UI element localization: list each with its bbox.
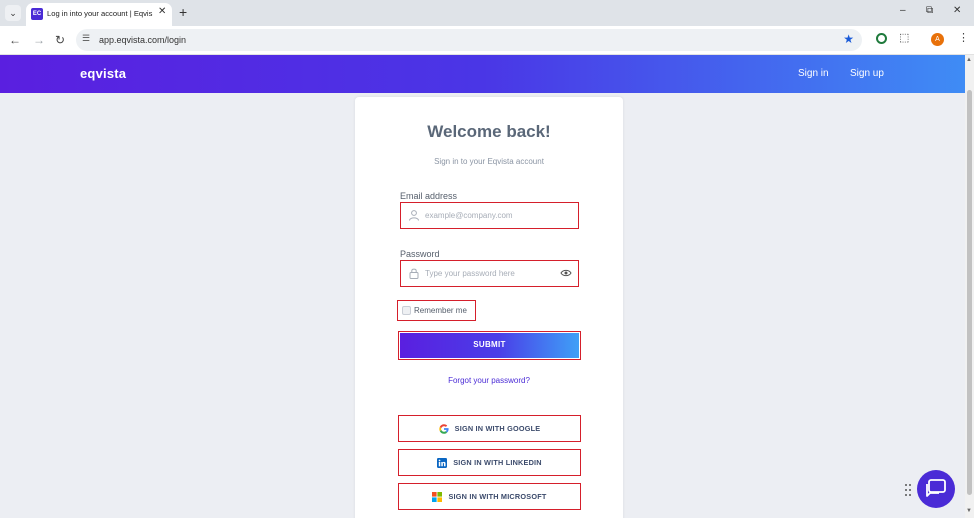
password-field[interactable] (425, 266, 555, 280)
remember-me-label[interactable]: Remember me (414, 306, 467, 315)
browser-toolbar: ← → ↻ ☰ app.eqvista.com/login ★ ⬚ A ⋮ (0, 26, 974, 55)
grammarly-extension-icon[interactable] (876, 33, 887, 44)
header-sign-up-link[interactable]: Sign up (850, 68, 884, 79)
forgot-password-link[interactable]: Forgot your password? (355, 376, 623, 385)
window-close-icon[interactable]: ✕ (953, 5, 961, 16)
email-field-wrapper[interactable] (400, 202, 579, 229)
forward-arrow-icon[interactable]: → (33, 33, 45, 47)
scroll-up-arrow-icon[interactable]: ▲ (966, 57, 972, 63)
browser-tab-strip: ⌄ EC Log in into your account | Eqvis ✕ … (0, 0, 974, 26)
tab-search-chevron-icon[interactable]: ⌄ (5, 5, 21, 21)
remember-me-checkbox[interactable] (402, 306, 411, 315)
linkedin-sign-in-button[interactable]: SIGN IN WITH LINKEDIN (398, 449, 581, 476)
tab-title: Log in into your account | Eqvis (47, 9, 153, 18)
lock-icon (409, 268, 419, 279)
header-sign-in-link[interactable]: Sign in (798, 68, 829, 79)
extensions-puzzle-icon[interactable]: ⬚ (899, 31, 909, 44)
google-icon (438, 423, 449, 434)
submit-button[interactable]: SUBMIT (400, 333, 579, 358)
user-icon (409, 210, 419, 221)
chat-support-button[interactable] (917, 470, 955, 508)
page-title: Welcome back! (427, 122, 551, 141)
microsoft-icon (432, 491, 443, 502)
linkedin-icon (437, 457, 448, 468)
submit-button-frame[interactable]: SUBMIT (398, 331, 581, 360)
linkedin-sign-in-label: SIGN IN WITH LINKEDIN (453, 458, 542, 467)
password-field-wrapper[interactable] (400, 260, 579, 287)
site-header: eqvista Sign in Sign up (0, 55, 965, 93)
drag-handle-icon[interactable] (904, 483, 912, 497)
tab-favicon-icon: EC (31, 8, 43, 20)
login-card: Welcome back! Sign in to your Eqvista ac… (355, 97, 623, 518)
email-label: Email address (400, 191, 458, 201)
browser-menu-icon[interactable]: ⋮ (958, 31, 969, 44)
url-text[interactable]: app.eqvista.com/login (99, 35, 186, 45)
browser-tab[interactable]: EC Log in into your account | Eqvis ✕ (26, 3, 172, 26)
show-password-eye-icon[interactable] (560, 268, 572, 278)
restore-icon[interactable]: ⧉ (926, 5, 933, 16)
reload-icon[interactable]: ↻ (55, 33, 65, 47)
microsoft-sign-in-button[interactable]: SIGN IN WITH MICROSOFT (398, 483, 581, 510)
password-label: Password (400, 249, 440, 259)
google-sign-in-label: SIGN IN WITH GOOGLE (454, 424, 541, 433)
new-tab-plus-icon[interactable]: + (179, 4, 187, 20)
email-field[interactable] (425, 208, 555, 222)
eqvista-logo[interactable]: eqvista (80, 66, 126, 81)
address-bar[interactable]: ☰ app.eqvista.com/login ★ (76, 29, 862, 51)
page-subtitle: Sign in to your Eqvista account (434, 157, 544, 166)
chat-bubble-icon (926, 479, 946, 497)
page-scrollbar[interactable]: ▲ ▼ (965, 55, 974, 518)
site-info-icon[interactable]: ☰ (82, 33, 90, 44)
back-arrow-icon[interactable]: ← (9, 33, 21, 47)
profile-avatar[interactable]: A (931, 33, 944, 46)
scroll-thumb[interactable] (967, 90, 972, 495)
scroll-down-arrow-icon[interactable]: ▼ (966, 508, 972, 514)
minimize-icon[interactable]: – (900, 5, 906, 16)
tab-close-icon[interactable]: ✕ (158, 6, 166, 17)
bookmark-star-icon[interactable]: ★ (843, 32, 854, 46)
microsoft-sign-in-label: SIGN IN WITH MICROSOFT (448, 492, 547, 501)
google-sign-in-button[interactable]: SIGN IN WITH GOOGLE (398, 415, 581, 442)
remember-me-option[interactable]: Remember me (397, 300, 476, 321)
